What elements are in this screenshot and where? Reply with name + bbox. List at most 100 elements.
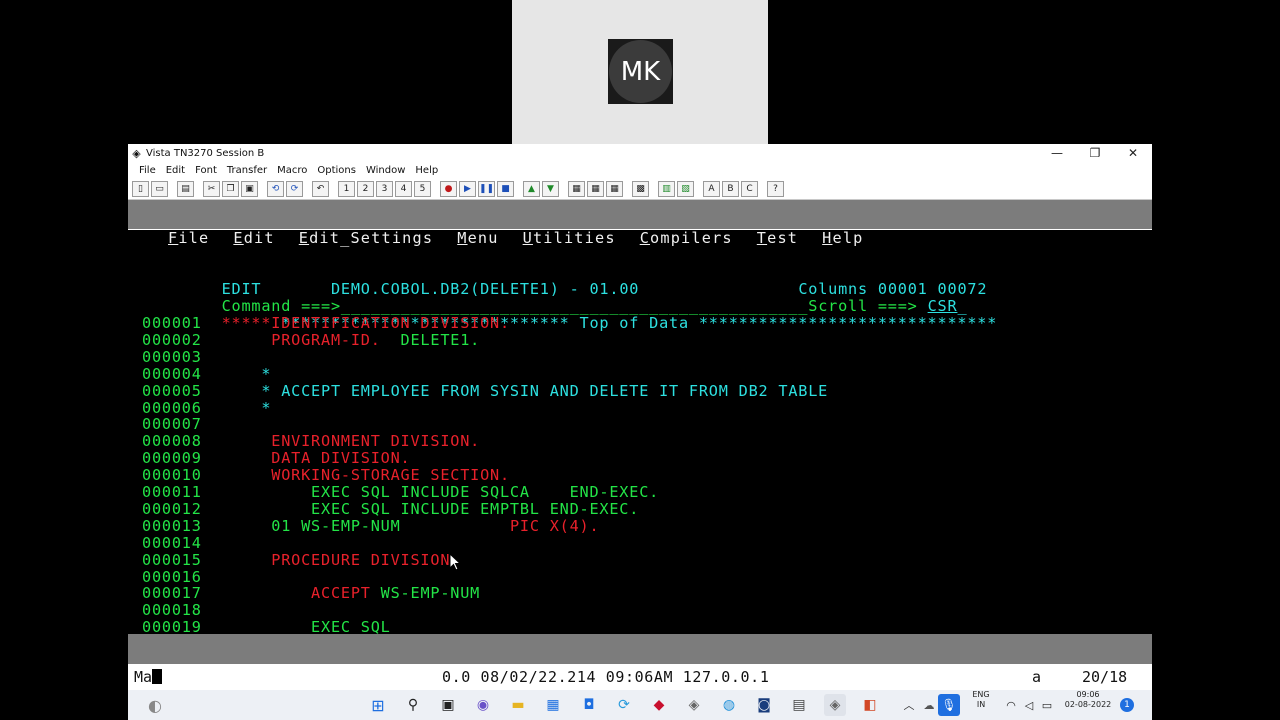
line-text[interactable]: PROGRAM-ID. DELETE1. [202, 331, 480, 349]
line-number[interactable]: 000010 [142, 466, 202, 484]
disconnect-icon[interactable]: ⟳ [286, 181, 303, 197]
menu-help[interactable]: Help [410, 165, 443, 176]
store-icon[interactable]: ▦ [542, 694, 564, 716]
chevron-up-icon[interactable]: ︿ [898, 694, 920, 716]
macro-2-icon[interactable]: 2 [357, 181, 374, 197]
macro-1-icon[interactable]: 1 [338, 181, 355, 197]
macro-5-icon[interactable]: 5 [414, 181, 431, 197]
undo-icon[interactable]: ↶ [312, 181, 329, 197]
weather-icon[interactable]: ☁ [918, 694, 940, 716]
source-line[interactable]: 000007 [142, 416, 202, 433]
key-c-button[interactable]: C [741, 181, 758, 197]
line-number[interactable]: 000004 [142, 365, 202, 383]
copy-icon[interactable]: ❐ [222, 181, 239, 197]
language-indicator[interactable]: ENG IN [966, 690, 996, 710]
line-text[interactable]: * ACCEPT EMPLOYEE FROM SYSIN AND DELETE … [202, 382, 828, 400]
line-number[interactable]: 000017 [142, 584, 202, 602]
update-icon[interactable]: ⟳ [613, 694, 635, 716]
ispf-action-edit-settings[interactable]: Edit_Settings [299, 230, 433, 247]
ispf-action-help[interactable]: Help [822, 230, 863, 247]
line-number[interactable]: 000001 [142, 314, 202, 332]
line-number[interactable]: 000011 [142, 483, 202, 501]
print-icon[interactable]: ▤ [177, 181, 194, 197]
help-button[interactable]: ? [767, 181, 784, 197]
line-text[interactable]: IDENTIFICATION DIVISION. [202, 314, 510, 332]
notes-icon[interactable]: ▧ [677, 181, 694, 197]
close-button[interactable]: ✕ [1114, 146, 1152, 160]
ispf-action-file[interactable]: File [168, 230, 209, 247]
menu-macro[interactable]: Macro [272, 165, 312, 176]
up-arrow-icon[interactable]: ▲ [523, 181, 540, 197]
meet-icon[interactable]: ◐ [144, 694, 166, 716]
pause-icon[interactable]: ❚❚ [478, 181, 495, 197]
source-line[interactable]: 000005 * ACCEPT EMPLOYEE FROM SYSIN AND … [142, 382, 828, 400]
line-number[interactable]: 000013 [142, 517, 202, 535]
microphone-icon[interactable]: 🎙 [938, 694, 960, 716]
line-text[interactable]: ENVIRONMENT DIVISION. [202, 432, 480, 450]
restore-button[interactable]: ❐ [1076, 146, 1114, 160]
cut-icon[interactable]: ✂ [203, 181, 220, 197]
terminal-screen[interactable]: File Edit Edit_Settings Menu Utilities Compil… [128, 230, 1152, 634]
key-b-button[interactable]: B [722, 181, 739, 197]
line-number[interactable]: 000019 [142, 618, 202, 634]
task-view-icon[interactable]: ▣ [437, 694, 459, 716]
menu-transfer[interactable]: Transfer [222, 165, 272, 176]
open-icon[interactable]: ▭ [151, 181, 168, 197]
line-text[interactable]: * [202, 399, 272, 417]
line-number[interactable]: 000015 [142, 551, 202, 569]
source-line[interactable]: 000013 01 WS-EMP-NUM PIC X(4). [142, 517, 599, 535]
minimize-button[interactable]: — [1038, 146, 1076, 160]
line-number[interactable]: 000012 [142, 500, 202, 518]
battery-icon[interactable]: ▭ [1036, 694, 1058, 716]
paste-icon[interactable]: ▣ [241, 181, 258, 197]
outlook-icon[interactable]: ◘ [578, 694, 600, 716]
ispf-action-edit[interactable]: Edit [233, 230, 274, 247]
source-line[interactable]: 000019 EXEC SQL [142, 619, 391, 634]
line-number[interactable]: 000003 [142, 348, 202, 366]
source-line[interactable]: 000010 WORKING-STORAGE SECTION. [142, 467, 510, 484]
source-line[interactable]: 000004 * [142, 365, 271, 383]
ispf-action-menu[interactable]: Menu [457, 230, 498, 247]
line-text[interactable]: PROCEDURE DIVISION. [202, 551, 461, 569]
line-text[interactable]: ACCEPT WS-EMP-NUM [202, 584, 480, 602]
line-text[interactable]: DATA DIVISION. [202, 449, 411, 467]
down-arrow-icon[interactable]: ▼ [542, 181, 559, 197]
ispf-action-utilities[interactable]: Utilities [523, 230, 616, 247]
source-line[interactable]: 000001 IDENTIFICATION DIVISION. [142, 315, 510, 332]
screen-3-icon[interactable]: ▦ [606, 181, 623, 197]
line-text[interactable]: EXEC SQL [202, 618, 391, 634]
source-line[interactable]: 000017 ACCEPT WS-EMP-NUM [142, 585, 480, 602]
menu-font[interactable]: Font [190, 165, 222, 176]
line-number[interactable]: 000009 [142, 449, 202, 467]
source-line[interactable]: 000016 [142, 568, 202, 586]
ispf-action-compilers[interactable]: Compilers [640, 230, 733, 247]
keypad-icon[interactable]: ▩ [632, 181, 649, 197]
screen-1-icon[interactable]: ▦ [568, 181, 585, 197]
powerpoint-icon[interactable]: ◧ [859, 694, 881, 716]
chat-icon[interactable]: ◉ [472, 694, 494, 716]
record-icon[interactable]: ● [440, 181, 457, 197]
macro-4-icon[interactable]: 4 [395, 181, 412, 197]
calculator-icon[interactable]: ▤ [788, 694, 810, 716]
mcafee-icon[interactable]: ◆ [648, 694, 670, 716]
source-line[interactable]: 000009 DATA DIVISION. [142, 450, 411, 467]
menu-window[interactable]: Window [361, 165, 410, 176]
source-line[interactable]: 000015 PROCEDURE DIVISION. [142, 551, 461, 569]
line-number[interactable]: 000014 [142, 534, 202, 552]
macro-3-icon[interactable]: 3 [376, 181, 393, 197]
source-line[interactable]: 000018 [142, 602, 202, 619]
book-icon[interactable]: ▥ [658, 181, 675, 197]
source-line[interactable]: 000006 * [142, 399, 272, 417]
screen-2-icon[interactable]: ▦ [587, 181, 604, 197]
line-number[interactable]: 000008 [142, 432, 202, 450]
line-number[interactable]: 000007 [142, 415, 202, 433]
line-number[interactable]: 000006 [142, 399, 202, 417]
tn3270-active-icon[interactable]: ◈ [824, 694, 846, 716]
play-icon[interactable]: ▶ [459, 181, 476, 197]
search-icon[interactable]: ⚲ [402, 694, 424, 716]
menu-options[interactable]: Options [312, 165, 361, 176]
stop-icon[interactable]: ■ [497, 181, 514, 197]
line-text[interactable]: WORKING-STORAGE SECTION. [202, 466, 510, 484]
source-line[interactable]: 000008 ENVIRONMENT DIVISION. [142, 433, 480, 450]
key-a-button[interactable]: A [703, 181, 720, 197]
